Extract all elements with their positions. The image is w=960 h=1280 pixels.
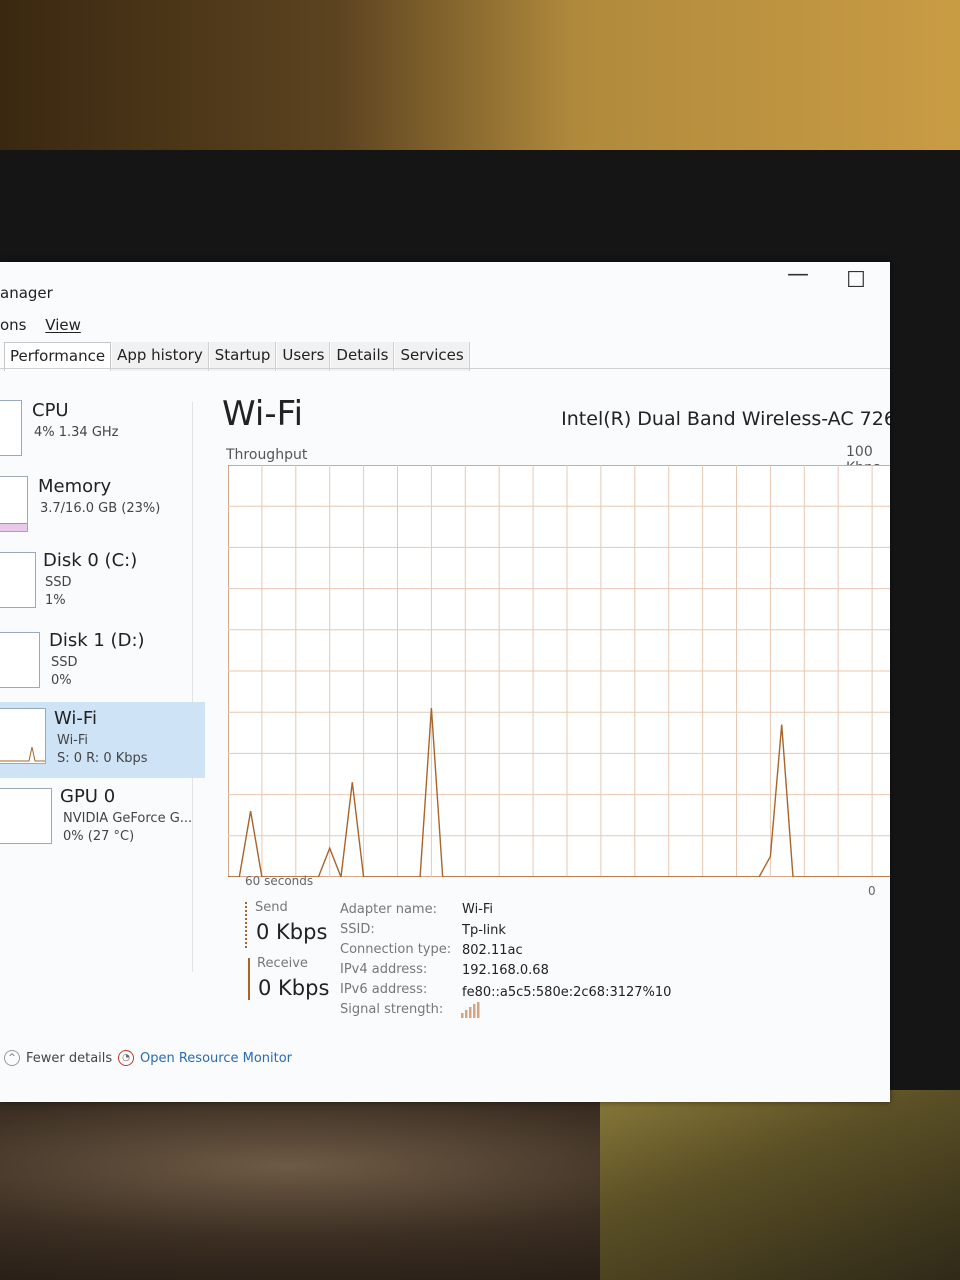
wifi-mini-graph [0, 746, 45, 762]
send-value: 0 Kbps [256, 920, 328, 944]
sidebar-item-gpu-0[interactable]: GPU 0 NVIDIA GeForce G... 0% (27 °C) [0, 782, 205, 856]
graph-min-label: 0 [868, 884, 876, 898]
connection-type-value: 802.11ac [462, 943, 523, 958]
sidebar-item-title: GPU 0 [60, 786, 116, 807]
sidebar-item-disk-0[interactable]: Disk 0 (C:) SSD 1% [0, 546, 205, 620]
menu-bar: ons View [0, 316, 95, 334]
sidebar-item-title: Wi-Fi [54, 708, 97, 729]
sidebar-item-line1: 3.7/16.0 GB (23%) [40, 501, 161, 516]
open-resource-monitor-label: Open Resource Monitor [140, 1050, 293, 1066]
task-manager-window: anager — ☐ ✕ ons View Performance App hi… [0, 262, 890, 1102]
gpu-thumbnail [0, 788, 52, 844]
sidebar-item-line2: 1% [45, 593, 66, 608]
sidebar-item-memory[interactable]: Memory 3.7/16.0 GB (23%) [0, 470, 205, 544]
sidebar-item-line1: SSD [51, 655, 78, 670]
adapter-name-label: Adapter name: [340, 902, 437, 917]
cpu-thumbnail [0, 400, 22, 456]
sidebar-item-line1: SSD [45, 575, 72, 590]
sidebar-item-title: Disk 1 (D:) [49, 630, 145, 651]
chevron-up-icon: ^ [4, 1050, 20, 1066]
receive-label: Receive [257, 956, 308, 971]
menu-options[interactable]: ons [0, 316, 27, 334]
ipv6-label: IPv6 address: [340, 982, 428, 997]
receive-indicator [248, 958, 250, 1000]
ipv6-value: fe80::a5c5:580e:2c68:3127%10 [462, 985, 672, 1000]
tab-app-history[interactable]: App history [112, 342, 209, 371]
tab-bar: Performance App history Startup Users De… [4, 342, 471, 371]
sidebar-item-title: Memory [38, 476, 112, 497]
minimize-button[interactable]: — [783, 262, 813, 287]
tab-startup[interactable]: Startup [209, 342, 277, 371]
background-desk-right [600, 1090, 960, 1280]
sidebar-item-line2: 0% [51, 673, 72, 688]
tab-details[interactable]: Details [331, 342, 395, 371]
sidebar-item-line1: 4% 1.34 GHz [34, 425, 119, 440]
receive-value: 0 Kbps [258, 976, 330, 1000]
window-title: anager [0, 284, 53, 302]
signal-bars-icon [461, 1002, 480, 1018]
menu-view[interactable]: View [45, 316, 81, 334]
memory-fill [0, 523, 27, 531]
ipv4-value: 192.168.0.68 [462, 963, 549, 978]
tab-services[interactable]: Services [395, 342, 470, 371]
tab-performance[interactable]: Performance [4, 342, 112, 371]
background-wall [0, 0, 960, 165]
fewer-details-button[interactable]: ^ Fewer details [4, 1050, 112, 1066]
disk1-thumbnail [0, 632, 40, 688]
sidebar-item-title: Disk 0 (C:) [43, 550, 138, 571]
signal-strength-label: Signal strength: [340, 1002, 444, 1017]
ssid-label: SSID: [340, 922, 375, 937]
sidebar-item-line2: 0% (27 °C) [63, 829, 135, 844]
adapter-name-value: Wi-Fi [462, 902, 494, 917]
wifi-thumbnail [0, 708, 46, 764]
sidebar-item-line1: Wi-Fi [57, 733, 89, 748]
sidebar-item-title: CPU [32, 400, 69, 421]
connection-type-label: Connection type: [340, 942, 452, 957]
tab-divider [0, 368, 890, 369]
disk0-thumbnail [0, 552, 36, 608]
sidebar-item-wifi[interactable]: Wi-Fi Wi-Fi S: 0 R: 0 Kbps [0, 702, 205, 778]
tab-users[interactable]: Users [277, 342, 331, 371]
throughput-chart [228, 465, 890, 877]
adapter-name: Intel(R) Dual Band Wireless-AC 7265 [561, 408, 890, 430]
maximize-button[interactable]: ☐ [841, 268, 871, 293]
send-indicator [245, 902, 249, 948]
graph-label: Throughput [226, 447, 308, 463]
send-label: Send [255, 900, 288, 915]
sidebar-item-line1: NVIDIA GeForce G... [63, 811, 193, 826]
sidebar-item-line2: S: 0 R: 0 Kbps [57, 751, 148, 766]
sidebar-item-disk-1[interactable]: Disk 1 (D:) SSD 0% [0, 626, 205, 700]
resource-monitor-icon: ◔ [118, 1050, 134, 1066]
fewer-details-label: Fewer details [26, 1050, 113, 1066]
open-resource-monitor-link[interactable]: ◔ Open Resource Monitor [118, 1050, 292, 1066]
sidebar-item-cpu[interactable]: CPU 4% 1.34 GHz [0, 394, 205, 468]
page-title: Wi-Fi [222, 394, 304, 434]
time-axis-label: 60 seconds [245, 874, 314, 888]
memory-thumbnail [0, 476, 28, 532]
ipv4-label: IPv4 address: [340, 962, 428, 977]
ssid-value: Tp-link [462, 923, 506, 938]
